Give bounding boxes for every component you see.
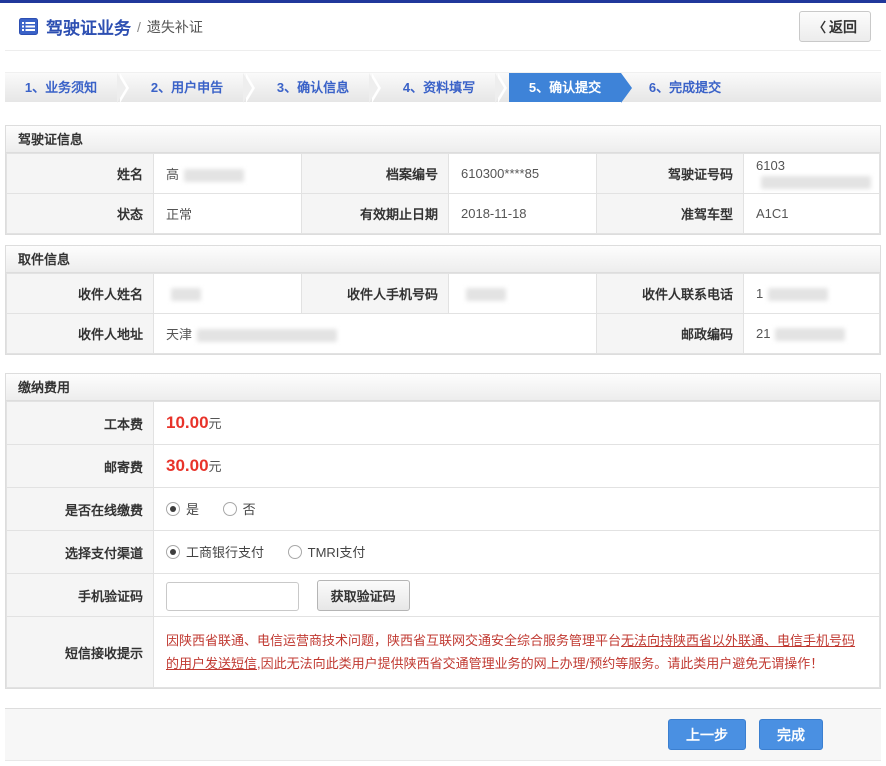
step-chevron-icon	[495, 73, 509, 102]
name-value: 高	[154, 154, 302, 194]
recipient-name-value	[154, 274, 302, 314]
license-info-section: 驾驶证信息 姓名 高 档案编号 610300****85 驾驶证号码 6103 …	[5, 125, 881, 235]
sms-code-cell: 获取验证码	[154, 574, 880, 617]
redacted-value	[466, 288, 506, 301]
back-button-label: 返回	[829, 17, 857, 37]
payment-table: 工本费 10.00元 邮寄费 30.00元 是否在线缴费 是 否 选择支付渠道 …	[6, 401, 880, 688]
payment-section-title: 缴纳费用	[6, 374, 880, 401]
recipient-address-label: 收件人地址	[7, 314, 154, 354]
step-1: 1、业务须知	[5, 73, 117, 102]
pickup-info-section: 取件信息 收件人姓名 收件人手机号码 收件人联系电话 1 收件人地址 天津 邮政…	[5, 245, 881, 355]
zip-code-value: 21	[744, 314, 880, 354]
redacted-value	[761, 176, 871, 189]
expiry-value: 2018-11-18	[449, 194, 597, 234]
file-number-label: 档案编号	[302, 154, 449, 194]
redacted-value	[768, 288, 828, 301]
pickup-info-table: 收件人姓名 收件人手机号码 收件人联系电话 1 收件人地址 天津 邮政编码 21	[6, 273, 880, 354]
table-row: 工本费 10.00元	[7, 402, 880, 445]
redacted-value	[171, 288, 201, 301]
page-subtitle: 遗失补证	[147, 17, 203, 37]
radio-yes[interactable]: 是	[166, 499, 199, 518]
recipient-name-label: 收件人姓名	[7, 274, 154, 314]
step-4: 4、资料填写	[383, 73, 495, 102]
pickup-section-title: 取件信息	[6, 246, 880, 273]
pay-online-label: 是否在线缴费	[7, 488, 154, 531]
payment-section: 缴纳费用 工本费 10.00元 邮寄费 30.00元 是否在线缴费 是 否 选择…	[5, 373, 881, 689]
recipient-address-value: 天津	[154, 314, 597, 354]
recipient-phone-value: 1	[744, 274, 880, 314]
app-header: 驾驶证业务 / 遗失补证 〈 返回	[5, 3, 881, 51]
license-info-table: 姓名 高 档案编号 610300****85 驾驶证号码 6103 状态 正常 …	[6, 153, 880, 234]
table-row: 姓名 高 档案编号 610300****85 驾驶证号码 6103	[7, 154, 880, 194]
radio-selected-icon	[166, 545, 180, 559]
table-row: 状态 正常 有效期止日期 2018-11-18 准驾车型 A1C1	[7, 194, 880, 234]
step-chevron-icon	[117, 73, 131, 102]
step-2: 2、用户申告	[131, 73, 243, 102]
sms-code-label: 手机验证码	[7, 574, 154, 617]
previous-step-button[interactable]: 上一步	[668, 719, 746, 750]
page-title: 驾驶证业务	[46, 14, 131, 39]
get-code-button[interactable]: 获取验证码	[317, 580, 410, 611]
license-number-label: 驾驶证号码	[597, 154, 744, 194]
recipient-mobile-label: 收件人手机号码	[302, 274, 449, 314]
redacted-value	[775, 328, 845, 341]
table-row: 手机验证码 获取验证码	[7, 574, 880, 617]
sms-code-input[interactable]	[166, 582, 299, 611]
radio-selected-icon	[166, 502, 180, 516]
status-label: 状态	[7, 194, 154, 234]
postage-fee-value: 30.00元	[154, 445, 880, 488]
recipient-mobile-value	[449, 274, 597, 314]
list-icon	[19, 18, 38, 35]
status-value: 正常	[154, 194, 302, 234]
expiry-label: 有效期止日期	[302, 194, 449, 234]
table-row: 短信接收提示 因陕西省联通、电信运营商技术问题，陕西省互联网交通安全综合服务管理…	[7, 617, 880, 688]
license-section-title: 驾驶证信息	[6, 126, 880, 153]
license-number-value: 6103	[744, 154, 880, 194]
footer-action-bar: 上一步 完成	[5, 708, 881, 761]
finish-button[interactable]: 完成	[759, 719, 823, 750]
table-row: 邮寄费 30.00元	[7, 445, 880, 488]
radio-tmri-pay[interactable]: TMRI支付	[288, 542, 366, 561]
production-fee-value: 10.00元	[154, 402, 880, 445]
step-6: 6、完成提交	[621, 73, 733, 102]
name-label: 姓名	[7, 154, 154, 194]
payment-channel-label: 选择支付渠道	[7, 531, 154, 574]
production-fee-label: 工本费	[7, 402, 154, 445]
redacted-value	[197, 329, 337, 342]
redacted-value	[184, 169, 244, 182]
page: 驾驶证业务 / 遗失补证 〈 返回 1、业务须知 2、用户申告 3、确认信息 4…	[0, 3, 886, 761]
radio-icbc-pay[interactable]: 工商银行支付	[166, 542, 264, 561]
sms-notice-label: 短信接收提示	[7, 617, 154, 688]
step-chevron-icon	[369, 73, 383, 102]
steps-bar-filler	[733, 73, 881, 102]
chevron-left-icon: 〈	[813, 17, 826, 36]
step-chevron-icon	[243, 73, 257, 102]
zip-code-label: 邮政编码	[597, 314, 744, 354]
radio-no[interactable]: 否	[223, 499, 256, 518]
vehicle-class-label: 准驾车型	[597, 194, 744, 234]
sms-notice-text: 因陕西省联通、电信运营商技术问题，陕西省互联网交通安全综合服务管理平台无法向持陕…	[154, 617, 880, 688]
table-row: 是否在线缴费 是 否	[7, 488, 880, 531]
file-number-value: 610300****85	[449, 154, 597, 194]
payment-channel-options: 工商银行支付 TMRI支付	[154, 531, 880, 574]
radio-unselected-icon	[288, 545, 302, 559]
wizard-steps-bar: 1、业务须知 2、用户申告 3、确认信息 4、资料填写 5、确认提交 6、完成提…	[5, 72, 881, 102]
back-button[interactable]: 〈 返回	[799, 11, 871, 42]
step-5-active: 5、确认提交	[509, 73, 621, 102]
table-row: 收件人地址 天津 邮政编码 21	[7, 314, 880, 354]
breadcrumb-separator: /	[137, 19, 141, 35]
postage-fee-label: 邮寄费	[7, 445, 154, 488]
table-row: 收件人姓名 收件人手机号码 收件人联系电话 1	[7, 274, 880, 314]
radio-unselected-icon	[223, 502, 237, 516]
table-row: 选择支付渠道 工商银行支付 TMRI支付	[7, 531, 880, 574]
recipient-phone-label: 收件人联系电话	[597, 274, 744, 314]
pay-online-options: 是 否	[154, 488, 880, 531]
step-3: 3、确认信息	[257, 73, 369, 102]
vehicle-class-value: A1C1	[744, 194, 880, 234]
